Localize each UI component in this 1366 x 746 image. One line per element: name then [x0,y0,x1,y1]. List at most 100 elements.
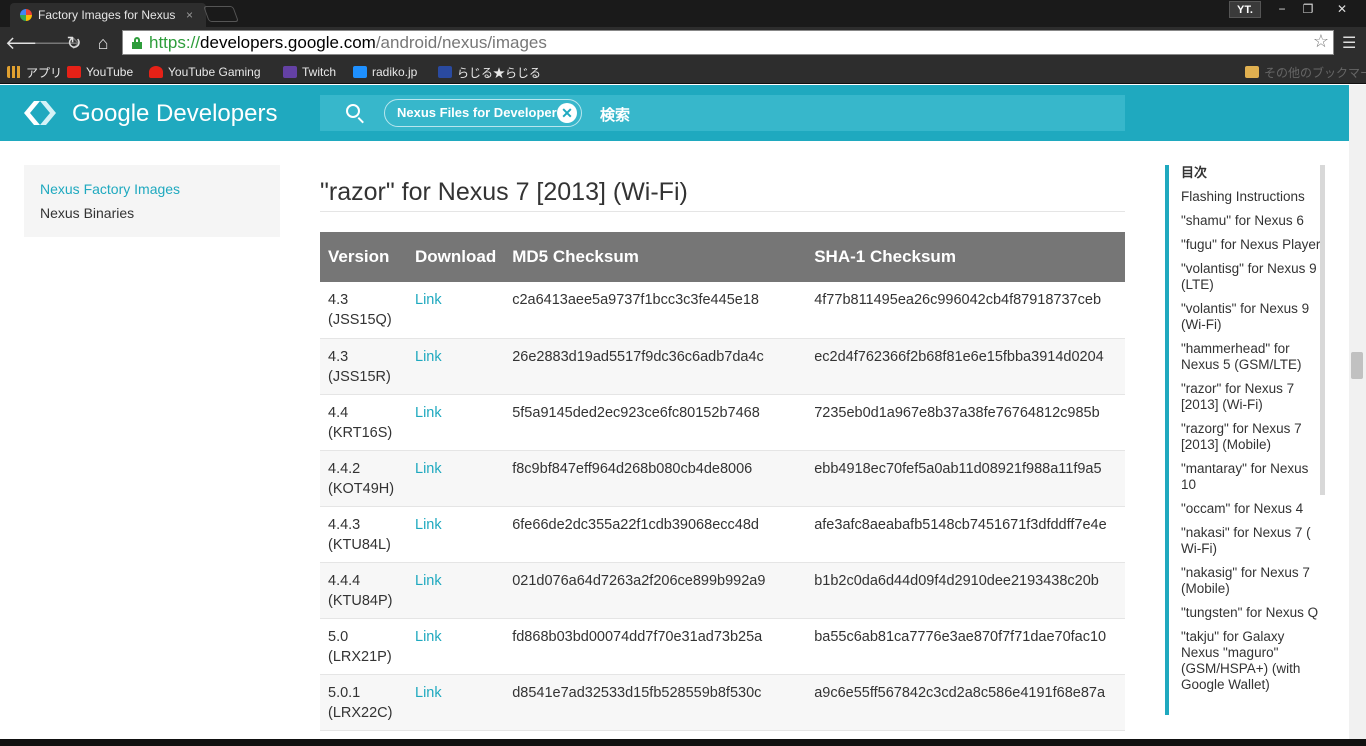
table-row: 5.0.1 (LRX22C) Link d8541e7ad32533d15fb52… [320,674,1125,731]
version-number: 4.4.3 [328,516,361,533]
version-number: 4.3 [328,348,349,365]
column-header-sha1: SHA-1 Checksum [814,247,956,266]
column-header-md5: MD5 Checksum [512,247,639,266]
other-bookmarks[interactable]: その他のブックマーク [1245,63,1366,81]
toc-item-takju[interactable]: "takju" for Galaxy Nexus "maguro" (GSM/H… [1181,629,1325,693]
toc-item-fugu[interactable]: "fugu" for Nexus Player [1181,237,1325,253]
google-developers-logo-icon[interactable] [24,99,56,127]
toc-item-nakasi[interactable]: "nakasi" for Nexus 7 ( Wi-Fi) [1181,525,1325,557]
toc-item-mantaray[interactable]: "mantaray" for Nexus 10 [1181,461,1325,493]
version-number: 5.0 [328,628,349,645]
download-cell: Link [407,282,505,339]
home-icon[interactable]: ⌂ [91,31,115,55]
bookmark-apps[interactable]: アプリ [7,63,62,81]
toc-item-occam[interactable]: "occam" for Nexus 4 [1181,501,1325,517]
toc-item-shamu[interactable]: "shamu" for Nexus 6 [1181,213,1325,229]
twitch-icon [283,66,297,78]
download-cell: Link [407,562,505,619]
page-scrollbar[interactable] [1349,85,1366,741]
bookmark-star-icon[interactable]: ☆ [1313,31,1329,52]
toc-item-volantis[interactable]: "volantis" for Nexus 9 (Wi-Fi) [1181,301,1325,333]
download-link[interactable]: Link [415,405,442,421]
toc-scrollbar[interactable] [1320,165,1325,495]
toc-item-tungsten[interactable]: "tungsten" for Nexus Q [1181,605,1325,621]
download-link[interactable]: Link [415,292,442,308]
download-link[interactable]: Link [415,629,442,645]
sha1-cell: afe3afc8aeabafb5148cb7451671f3dfddff7e4e [806,506,1125,563]
table-header-row: Version Download MD5 Checksum SHA-1 Chec… [320,232,1125,282]
bookmark-rajiru[interactable]: らじる★らじる [438,63,541,81]
site-brand[interactable]: Google Developers [72,100,277,128]
lock-icon [131,36,143,49]
minimize-button[interactable]: − [1269,0,1295,18]
profile-button[interactable]: YT. [1229,1,1261,18]
version-cell: 4.4.3 (KTU84L) [320,506,407,563]
md5-cell: 6fe66de2dc355a22f1cdb39068ecc48d [504,506,807,563]
download-link[interactable]: Link [415,349,442,365]
search-input[interactable]: 検索 [600,104,630,125]
table-row: 4.3 (JSS15Q) Link c2a6413aee5a9737f1bcc3c… [320,282,1125,339]
restore-button[interactable]: ❐ [1295,0,1321,18]
bookmark-youtube-gaming[interactable]: YouTube Gaming [149,63,261,81]
bookmark-youtube[interactable]: YouTube [67,63,133,81]
toc-item-flashing[interactable]: Flashing Instructions [1181,189,1325,205]
bookmark-label: YouTube Gaming [168,65,261,79]
browser-menu-icon[interactable]: ☰ [1342,33,1358,52]
bookmark-label: アプリ [26,65,63,80]
site-search-bar[interactable]: Nexus Files for Developers ✕ 検索 [320,95,1125,131]
new-tab-button[interactable] [203,6,239,22]
table-row: 4.3 (JSS15R) Link 26e2883d19ad5517f9dc36c… [320,338,1125,395]
download-cell: Link [407,394,505,451]
radiko-icon [353,66,367,78]
address-bar[interactable]: https:// developers.google.com /android/… [122,30,1334,55]
download-link[interactable]: Link [415,461,442,477]
column-header-version: Version [328,247,390,266]
os-taskbar [0,739,1366,746]
back-arrow-icon[interactable]: 🡐 [5,31,53,55]
browser-tab[interactable]: Factory Images for Nexus × [10,3,206,27]
search-scope-label: Nexus Files for Developers [397,105,557,120]
tab-close-icon[interactable]: × [186,8,193,22]
bookmark-twitch[interactable]: Twitch [283,63,336,81]
download-link[interactable]: Link [415,517,442,533]
toc-item-razor[interactable]: "razor" for Nexus 7 [2013] (Wi-Fi) [1181,381,1325,413]
page-scrollbar-thumb[interactable] [1351,352,1363,379]
md5-cell: d8541e7ad32533d15fb528559b8f530c [504,674,807,731]
chip-close-icon[interactable]: ✕ [557,103,577,123]
version-number: 4.4.4 [328,572,361,589]
toc-item-volantisg[interactable]: "volantisg" for Nexus 9 (LTE) [1181,261,1325,293]
table-row: 4.4 (KRT16S) Link 5f5a9145ded2ec923ce6fc8… [320,394,1125,451]
reload-icon[interactable]: ↻ [62,31,86,55]
other-bookmarks-label: その他のブックマーク [1264,65,1366,80]
site-header: Google Developers Nexus Files for Develo… [0,85,1349,141]
toc-item-razorg[interactable]: "razorg" for Nexus 7 [2013] (Mobile) [1181,421,1325,453]
search-icon[interactable] [346,104,360,118]
forward-arrow-icon[interactable]: 🡒 [33,31,81,55]
bookmarks-bar: アプリ YouTube YouTube Gaming Twitch radiko… [0,59,1366,84]
sidebar-item-binaries[interactable]: Nexus Binaries [40,205,264,221]
close-window-button[interactable]: ✕ [1327,0,1357,18]
url-path: /android/nexus/images [375,32,547,52]
build-id: (KOT49H) [328,480,395,497]
download-link[interactable]: Link [415,573,442,589]
version-cell: 4.3 (JSS15R) [320,338,407,395]
table-row: 4.4.4 (KTU84P) Link 021d076a64d7263a2f206… [320,562,1125,619]
download-cell: Link [407,450,505,507]
search-scope-chip[interactable]: Nexus Files for Developers ✕ [384,99,582,127]
table-row: 5.0 (LRX21P) Link fd868b03bd00074dd7f70e3… [320,618,1125,675]
toc-item-hammerhead[interactable]: "hammerhead" for Nexus 5 (GSM/LTE) [1181,341,1325,373]
md5-cell: 021d076a64d7263a2f206ce899b992a9 [504,562,807,619]
download-link[interactable]: Link [415,685,442,701]
version-cell: 4.4 (KRT16S) [320,394,407,451]
factory-images-table-container: Version Download MD5 Checksum SHA-1 Chec… [320,232,1125,746]
sha1-cell: ba55c6ab81ca7776e3ae870f7f71dae70fac10 [806,618,1125,675]
version-number: 5.0.1 [328,684,361,701]
toc-item-nakasig[interactable]: "nakasig" for Nexus 7 (Mobile) [1181,565,1325,597]
version-number: 4.3 [328,292,349,308]
column-header-download: Download [415,247,497,266]
version-cell: 5.0.1 (LRX22C) [320,674,407,731]
url-host: developers.google.com [200,32,376,52]
bookmark-radiko[interactable]: radiko.jp [353,63,417,81]
sidebar-item-factory-images[interactable]: Nexus Factory Images [40,181,264,197]
bookmark-label: radiko.jp [372,65,418,79]
